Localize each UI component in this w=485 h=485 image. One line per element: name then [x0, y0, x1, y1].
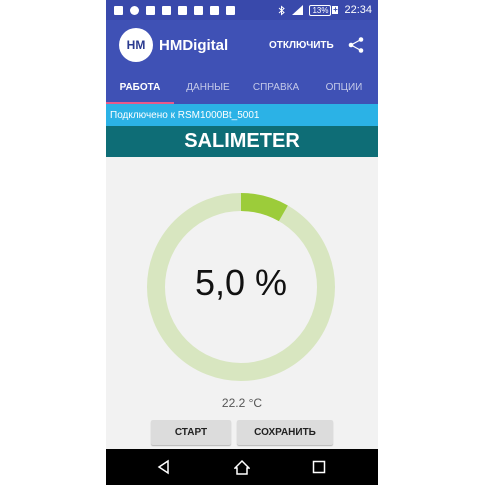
save-button[interactable]: СОХРАНИТЬ — [237, 420, 333, 445]
tab-options[interactable]: ОПЦИИ — [310, 70, 378, 104]
page-title: SALIMETER — [106, 126, 378, 157]
tab-bar: РАБОТА ДАННЫЕ СПРАВКА ОПЦИИ — [106, 70, 378, 104]
document-icon — [226, 5, 235, 15]
app-logo: HM — [119, 28, 153, 62]
status-icons — [106, 5, 235, 15]
image-icon — [162, 5, 171, 15]
status-right: 13% + 22:34 — [278, 0, 372, 20]
navigation-bar — [106, 449, 378, 485]
recent-apps-icon[interactable] — [311, 459, 327, 475]
home-icon[interactable] — [234, 459, 250, 475]
connection-status: Подключено к RSM1000Bt_5001 — [106, 104, 378, 126]
tab-work[interactable]: РАБОТА — [106, 70, 174, 104]
temperature-readout: 22.2 °C — [221, 396, 263, 410]
start-button[interactable]: СТАРТ — [151, 420, 231, 445]
gauge-fill — [240, 193, 288, 222]
battery-charging-icon: + — [332, 5, 339, 14]
shield-icon — [130, 5, 139, 15]
lock-icon — [194, 5, 203, 15]
message-icon — [210, 5, 219, 15]
app-bar: HM HMDigital ОТКЛЮЧИТЬ — [106, 20, 378, 70]
wrench-icon — [146, 5, 155, 15]
signal-icon — [292, 5, 304, 15]
back-icon[interactable] — [156, 459, 172, 475]
disconnect-button[interactable]: ОТКЛЮЧИТЬ — [269, 40, 334, 51]
download-icon — [178, 5, 187, 15]
phone-screen: 13% + 22:34 HM HMDigital ОТКЛЮЧИТЬ РАБОТ… — [106, 0, 378, 485]
clock: 22:34 — [344, 4, 372, 16]
status-bar: 13% + 22:34 — [106, 0, 378, 20]
tab-data[interactable]: ДАННЫЕ — [174, 70, 242, 104]
battery-low-icon — [114, 5, 123, 15]
bluetooth-icon — [279, 4, 286, 16]
tab-help[interactable]: СПРАВКА — [242, 70, 310, 104]
gauge-value: 5,0 % — [194, 262, 288, 303]
share-icon[interactable] — [347, 36, 365, 54]
battery-level: 13% — [309, 4, 332, 16]
logo-text: HM — [126, 38, 146, 52]
app-title: HMDigital — [159, 37, 229, 54]
